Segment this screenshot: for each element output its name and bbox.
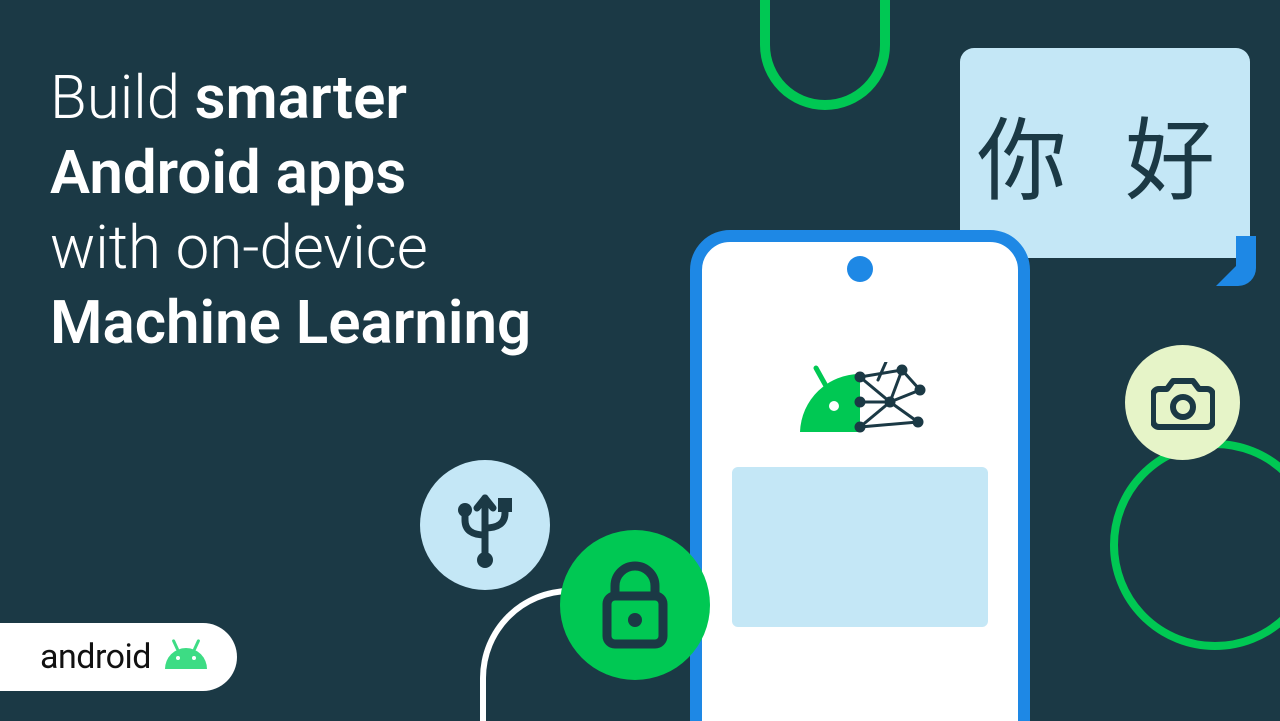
lock-badge bbox=[560, 530, 710, 680]
decorative-ring bbox=[1110, 440, 1280, 650]
camera-icon bbox=[1151, 375, 1215, 431]
android-badge: android bbox=[0, 623, 237, 691]
headline-line4: Machine Learning bbox=[50, 287, 531, 358]
decorative-u-shape bbox=[760, 0, 890, 110]
phone-content-block bbox=[732, 467, 988, 627]
usb-badge bbox=[420, 460, 550, 590]
android-ml-icon bbox=[790, 362, 930, 442]
phone-illustration bbox=[690, 230, 1030, 721]
usb-icon bbox=[440, 480, 530, 570]
headline-line1-bold: smarter bbox=[195, 62, 407, 133]
phone-camera-dot bbox=[847, 256, 873, 282]
translation-card: 你 好 bbox=[960, 48, 1250, 258]
headline-line3: with on-device bbox=[50, 212, 428, 283]
headline-line2: Android apps bbox=[50, 137, 406, 208]
android-head-icon bbox=[165, 645, 207, 669]
translation-text: 你 好 bbox=[960, 88, 1250, 218]
lock-icon bbox=[595, 558, 675, 653]
android-badge-label: android bbox=[40, 637, 151, 677]
headline: Build smarter Android apps with on-devic… bbox=[50, 60, 531, 360]
headline-line1-prefix: Build bbox=[50, 62, 195, 133]
camera-badge bbox=[1125, 345, 1240, 460]
